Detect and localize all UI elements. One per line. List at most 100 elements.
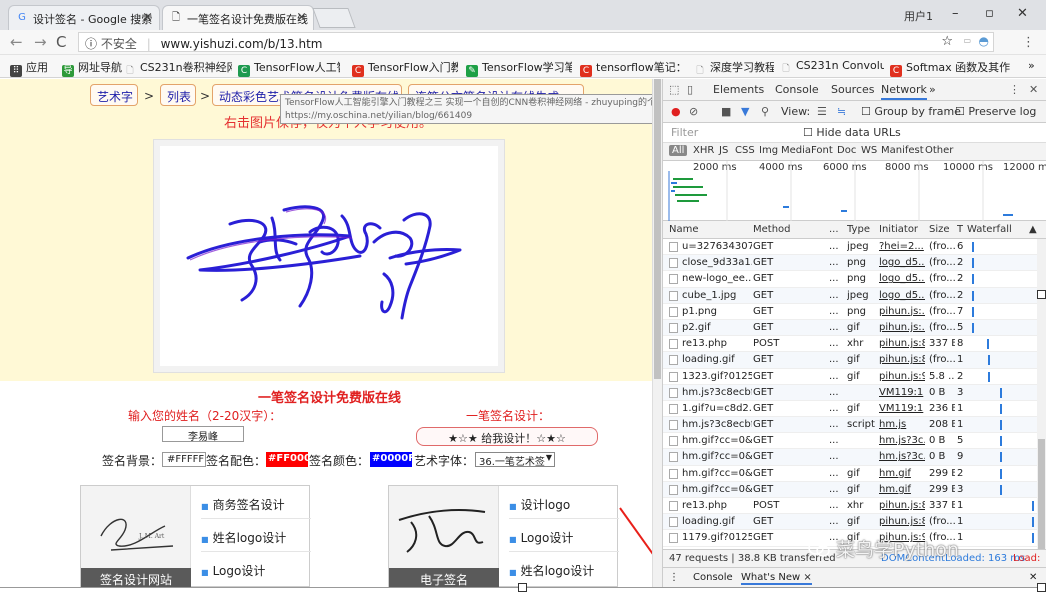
tab-elements[interactable]: Elements: [713, 83, 764, 96]
minimize-button[interactable]: –: [952, 6, 959, 21]
extension-icon[interactable]: ▭: [963, 36, 971, 45]
request-initiator[interactable]: pihun.js:9: [879, 371, 925, 382]
bookmark-item[interactable]: 导网址导航: [62, 59, 122, 77]
column-type[interactable]: Type: [847, 224, 870, 235]
request-initiator[interactable]: hm.js?3c...: [879, 451, 925, 462]
request-initiator[interactable]: logo_d5...: [879, 290, 925, 301]
network-scrollbar[interactable]: [1037, 239, 1046, 549]
search-icon[interactable]: ⚲: [761, 105, 769, 118]
new-tab-button[interactable]: [312, 8, 356, 28]
forward-arrow-icon[interactable]: →: [34, 33, 47, 51]
column-status[interactable]: ...: [829, 224, 839, 235]
request-initiator[interactable]: hm.gif: [879, 468, 925, 479]
scrollbar-thumb[interactable]: [1038, 439, 1045, 549]
drawer-tab-console[interactable]: Console: [693, 572, 733, 583]
camera-icon[interactable]: ■: [721, 105, 731, 118]
scrollbar-thumb[interactable]: [654, 79, 661, 379]
type-media[interactable]: Media: [781, 145, 811, 156]
request-initiator[interactable]: hm.js?3c...: [879, 435, 925, 446]
kebab-menu-icon[interactable]: ⋮: [1009, 83, 1020, 96]
request-initiator[interactable]: pihun.js:...: [879, 306, 925, 317]
request-initiator[interactable]: pihun.js:...: [879, 322, 925, 333]
card-link[interactable]: ■ Logo设计: [509, 519, 619, 552]
bookmark-item[interactable]: C Softmax 函数及其作: [890, 59, 1022, 77]
large-rows-icon[interactable]: ☰: [817, 105, 827, 118]
card-link[interactable]: ■ 姓名logo设计: [201, 519, 311, 552]
design-button[interactable]: ★☆★ 给我设计！☆★☆: [416, 427, 598, 446]
close-window-button[interactable]: ✕: [1017, 6, 1028, 21]
tab-network[interactable]: Network: [881, 83, 927, 100]
bookmark-item[interactable]: 🗋CS231n卷积神经网络: [124, 59, 232, 77]
clear-icon[interactable]: ⊘: [689, 105, 698, 118]
overview-icon[interactable]: ≒: [837, 105, 846, 118]
request-initiator[interactable]: pihun.js:8: [879, 354, 925, 365]
breadcrumb-art-text[interactable]: 艺术字: [90, 84, 138, 106]
more-bookmarks-icon[interactable]: »: [1028, 59, 1035, 72]
tab-google-search[interactable]: G 设计签名 - Google 搜索 ×: [8, 5, 160, 30]
request-row[interactable]: loading.gif GET gif pihun.js:8 (fro... 1...: [663, 352, 1037, 369]
restore-button[interactable]: ▫: [985, 6, 994, 21]
bookmark-item[interactable]: CTensorFlow人工智能: [238, 59, 340, 77]
request-row[interactable]: close_9d33a1...GET png logo_d5... (fro...2.…: [663, 255, 1037, 272]
type-other[interactable]: Other: [925, 145, 953, 156]
bookmark-item[interactable]: 🗋CS231n Convolution: [780, 59, 884, 75]
type-js[interactable]: JS: [719, 145, 728, 156]
breadcrumb-list[interactable]: 列表: [160, 84, 196, 106]
menu-icon[interactable]: ⋮: [1022, 35, 1035, 50]
request-row[interactable]: hm.js?3c8ecbf...GET script hm.js 208 B1...: [663, 417, 1037, 434]
request-row[interactable]: new-logo_ee... GET png logo_d5... (fro... 2..…: [663, 271, 1037, 288]
device-toolbar-icon[interactable]: ▯: [687, 83, 693, 96]
request-initiator[interactable]: VM119:1: [879, 403, 925, 414]
request-row[interactable]: p1.png GET png pihun.js:... (fro...7...: [663, 304, 1037, 320]
column-size[interactable]: Size: [929, 224, 950, 235]
font-select[interactable]: 36.一笔艺术签 ▼: [475, 452, 555, 467]
close-devtools-icon[interactable]: ✕: [1029, 83, 1038, 96]
type-img[interactable]: Img: [759, 145, 778, 156]
back-arrow-icon[interactable]: ←: [10, 33, 23, 51]
request-row[interactable]: u=327634307...GET jpeg ?hei=2... (fro...6..…: [663, 239, 1037, 256]
background-color-input[interactable]: #FFFFFF: [162, 452, 206, 467]
type-doc[interactable]: Doc: [837, 145, 856, 156]
bookmark-star-icon[interactable]: ☆: [941, 34, 953, 49]
type-ws[interactable]: WS: [861, 145, 877, 156]
user-profile-label[interactable]: 用户1: [904, 8, 933, 24]
card-link[interactable]: ■ Logo设计: [201, 552, 311, 585]
signature-image[interactable]: [153, 139, 505, 373]
page-scrollbar[interactable]: [652, 79, 662, 587]
card-link[interactable]: ■ 商务签名设计: [201, 486, 311, 519]
request-initiator[interactable]: VM119:1: [879, 387, 925, 398]
tab-sources[interactable]: Sources: [831, 83, 875, 96]
name-input[interactable]: 李易峰: [162, 426, 244, 443]
request-row[interactable]: re13.php POST xhr pihun.js:8 337 B1...: [663, 498, 1037, 515]
preserve-log-checkbox[interactable]: ☐ Preserve log: [955, 105, 1036, 118]
drawer-menu-icon[interactable]: ⋮: [669, 572, 679, 583]
card-thumbnail[interactable]: J. M. Art 签名设计网站: [81, 486, 191, 587]
card-link[interactable]: ■ 设计logo: [509, 486, 619, 519]
drawer-tab-whats-new[interactable]: What's New ×: [741, 572, 812, 585]
request-row[interactable]: loading.gif GET gif pihun.js:8 (fro... 1...: [663, 514, 1037, 531]
request-initiator[interactable]: ?hei=2...: [879, 241, 925, 252]
request-initiator[interactable]: logo_d5...: [879, 273, 925, 284]
column-time[interactable]: T: [957, 224, 963, 235]
signature-color-input[interactable]: #0000FF: [370, 452, 412, 467]
request-initiator[interactable]: pihun.js:8: [879, 500, 925, 511]
type-all[interactable]: All: [669, 145, 688, 156]
bookmark-item[interactable]: ✎TensorFlow学习笔记: [466, 59, 572, 77]
group-by-frame-checkbox[interactable]: ☐ Group by frame: [861, 105, 961, 118]
request-initiator[interactable]: logo_d5...: [879, 257, 925, 268]
request-initiator[interactable]: pihun.js:8: [879, 338, 925, 349]
request-row[interactable]: p2.gif GET gif pihun.js:... (fro...5...: [663, 319, 1037, 337]
accent-color-input[interactable]: #FF0000: [266, 452, 308, 467]
column-initiator[interactable]: Initiator: [879, 224, 918, 235]
url-field[interactable]: ⓘ 不安全 | www.yishuzi.com/b/13.htm ☆ ▭ ◓: [78, 32, 994, 52]
column-waterfall[interactable]: Waterfall: [967, 224, 1012, 235]
inspect-icon[interactable]: ⬚: [669, 83, 679, 96]
record-icon[interactable]: ●: [671, 105, 681, 118]
request-initiator[interactable]: pihun.js:8: [879, 516, 925, 527]
request-row[interactable]: hm.gif?cc=0&...GET hm.js?3c... 0 B 9...: [663, 449, 1037, 466]
close-tab-icon[interactable]: ×: [142, 10, 153, 25]
resize-handle[interactable]: [1037, 290, 1046, 299]
hide-data-urls-checkbox[interactable]: ☐ Hide data URLs: [803, 126, 901, 139]
column-name[interactable]: Name: [669, 224, 699, 235]
card-thumbnail[interactable]: 电子签名: [389, 486, 499, 587]
